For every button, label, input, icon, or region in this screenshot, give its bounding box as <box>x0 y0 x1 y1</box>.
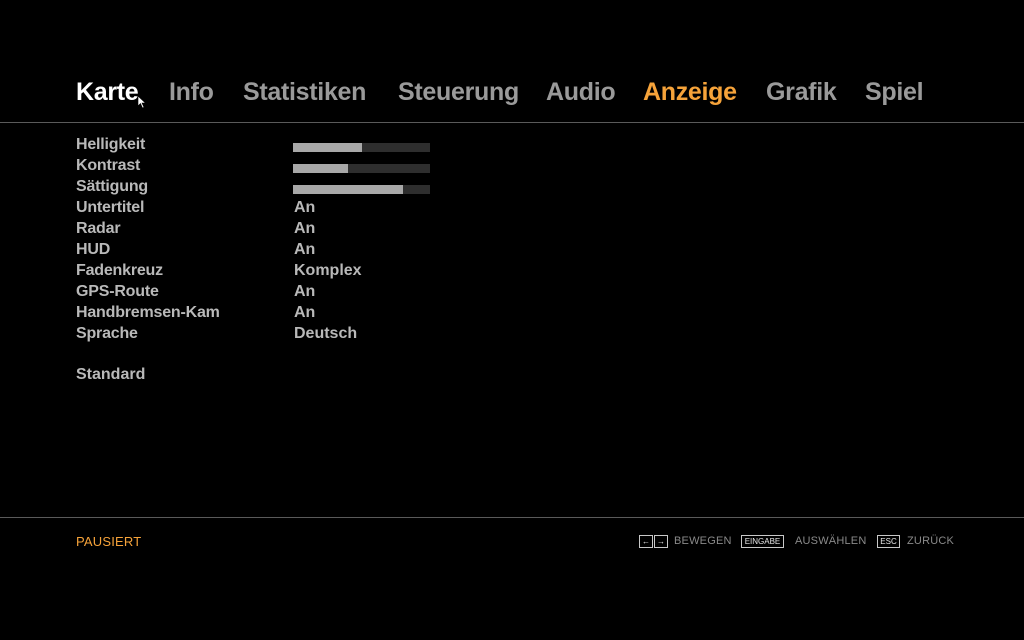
setting-row-saettigung[interactable]: Sättigung <box>76 178 456 199</box>
contrast-slider[interactable] <box>293 164 430 173</box>
setting-label: GPS-Route <box>76 283 159 300</box>
slider-fill <box>293 185 403 194</box>
slider-fill <box>293 164 348 173</box>
setting-row-sprache[interactable]: Sprache Deutsch <box>76 325 456 346</box>
setting-row-radar[interactable]: Radar An <box>76 220 456 241</box>
setting-value[interactable]: An <box>294 199 315 217</box>
setting-label: Kontrast <box>76 157 141 174</box>
tab-steuerung[interactable]: Steuerung <box>398 78 519 107</box>
setting-row-untertitel[interactable]: Untertitel An <box>76 199 456 220</box>
setting-label: Untertitel <box>76 199 145 216</box>
esc-key-icon: ESC <box>877 535 900 548</box>
arrow-left-key-icon: ← <box>639 535 653 548</box>
paused-status: PAUSIERT <box>76 534 142 549</box>
top-divider <box>0 122 1024 123</box>
hint-move-label: BEWEGEN <box>674 535 732 547</box>
hint-select-label: AUSWÄHLEN <box>795 535 867 547</box>
tab-audio[interactable]: Audio <box>546 78 616 107</box>
setting-row-hud[interactable]: HUD An <box>76 241 456 262</box>
bottom-divider <box>0 517 1024 518</box>
brightness-slider[interactable] <box>293 143 430 152</box>
setting-value[interactable]: An <box>294 241 315 259</box>
hint-back-label: ZURÜCK <box>907 535 955 547</box>
setting-label: HUD <box>76 241 111 258</box>
setting-label: Sättigung <box>76 178 148 195</box>
setting-value[interactable]: An <box>294 220 315 238</box>
setting-label: Helligkeit <box>76 136 146 153</box>
setting-label: Sprache <box>76 325 138 342</box>
setting-row-kontrast[interactable]: Kontrast <box>76 157 456 178</box>
slider-fill <box>293 143 362 152</box>
enter-key-icon: EINGABE <box>741 535 784 548</box>
tab-info[interactable]: Info <box>169 78 214 107</box>
setting-label: Handbremsen-Kam <box>76 304 220 321</box>
tab-spiel[interactable]: Spiel <box>865 78 924 107</box>
saturation-slider[interactable] <box>293 185 430 194</box>
setting-row-gps-route[interactable]: GPS-Route An <box>76 283 456 304</box>
restore-defaults-button[interactable]: Standard <box>76 366 145 384</box>
tab-statistiken[interactable]: Statistiken <box>243 78 366 107</box>
setting-row-fadenkreuz[interactable]: Fadenkreuz Komplex <box>76 262 456 283</box>
tab-karte[interactable]: Karte <box>76 78 139 107</box>
setting-row-helligkeit[interactable]: Helligkeit <box>76 136 456 157</box>
mouse-pointer-icon <box>137 95 147 109</box>
setting-row-handbremsen-kam[interactable]: Handbremsen-Kam An <box>76 304 456 325</box>
setting-label: Radar <box>76 220 121 237</box>
setting-value[interactable]: An <box>294 304 315 322</box>
setting-value[interactable]: Komplex <box>294 262 362 280</box>
tab-anzeige[interactable]: Anzeige <box>643 78 737 107</box>
setting-value[interactable]: An <box>294 283 315 301</box>
arrow-right-key-icon: → <box>654 535 668 548</box>
tab-grafik[interactable]: Grafik <box>766 78 837 107</box>
setting-label: Fadenkreuz <box>76 262 163 279</box>
setting-value[interactable]: Deutsch <box>294 325 357 343</box>
